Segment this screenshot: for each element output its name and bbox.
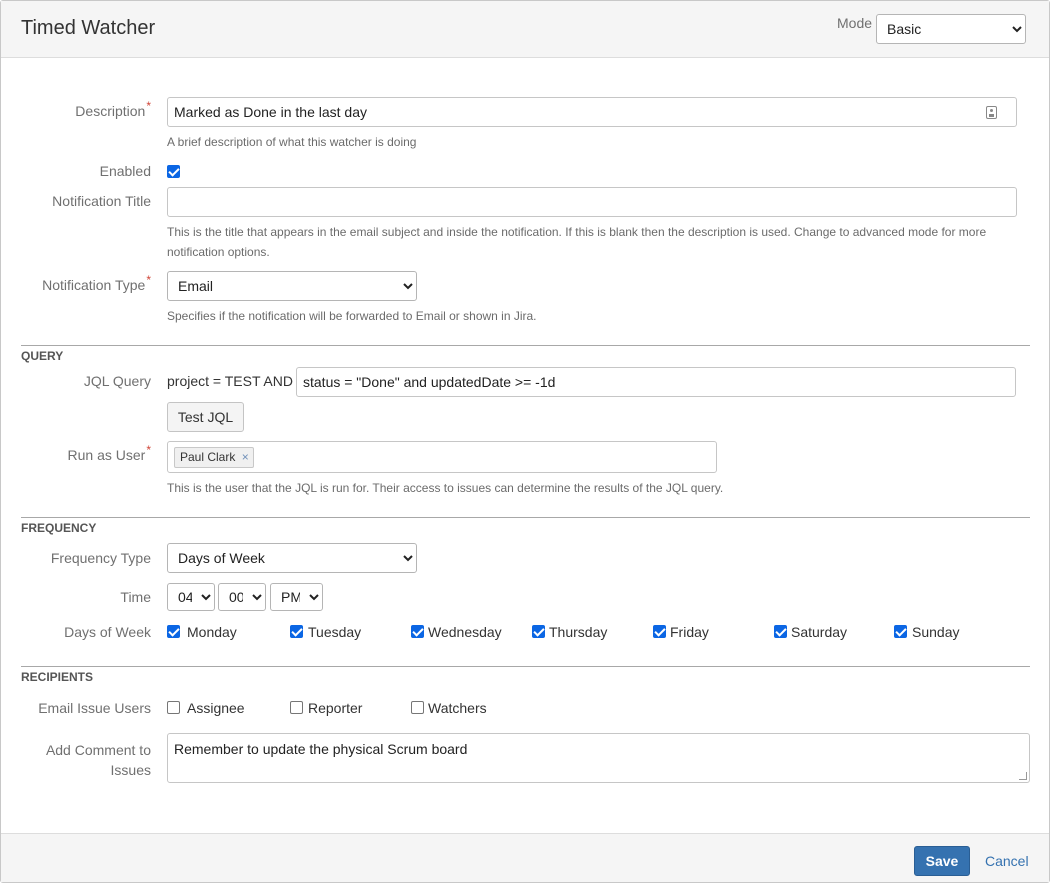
user-checkbox-reporter[interactable]: [290, 701, 303, 714]
remove-user-icon[interactable]: ×: [242, 450, 249, 464]
add-comment-label-line2: Issues: [110, 762, 151, 778]
user-label-reporter: Reporter: [308, 700, 363, 716]
description-hint: A brief description of what this watcher…: [167, 135, 417, 149]
frequency-type-label: Frequency Type: [50, 550, 151, 566]
dialog-title: Timed Watcher: [21, 17, 156, 39]
jql-prefix: project = TEST AND: [167, 373, 293, 389]
days-of-week-label: Days of Week: [64, 624, 151, 640]
day-label-thursday: Thursday: [549, 624, 608, 640]
notification-type-label: Notification Type*: [1, 273, 151, 293]
jql-query-value: status = "Done" and updatedDate >= -1d: [303, 374, 556, 390]
run-as-user-label: Run as User*: [1, 443, 151, 463]
day-label-monday: Monday: [187, 624, 237, 640]
frequency-section-title: FREQUENCY: [21, 521, 97, 535]
run-as-user-hint: This is the user that the JQL is run for…: [167, 481, 724, 495]
notification-type-label-text: Notification Type: [42, 277, 146, 293]
jql-query-label: JQL Query: [83, 373, 151, 389]
description-label-text: Description: [75, 103, 146, 119]
frequency-type-select[interactable]: Days of Week: [167, 543, 417, 573]
dialog-header: Timed Watcher Mode Basic: [1, 1, 1049, 58]
description-label: Description*: [1, 99, 151, 119]
day-checkbox-thursday[interactable]: [532, 625, 545, 638]
recipients-divider: [21, 666, 1030, 667]
recipients-section-title: RECIPIENTS: [21, 670, 94, 684]
mode-label: Mode: [837, 15, 873, 31]
resize-handle-icon[interactable]: [1019, 772, 1027, 780]
day-checkbox-friday[interactable]: [653, 625, 666, 638]
mode-select[interactable]: Basic: [876, 14, 1026, 44]
dialog-footer: Save Cancel: [1, 833, 1049, 882]
day-checkbox-tuesday[interactable]: [290, 625, 303, 638]
day-checkbox-sunday[interactable]: [894, 625, 907, 638]
description-input[interactable]: Marked as Done in the last day: [167, 97, 1017, 127]
day-checkbox-saturday[interactable]: [774, 625, 787, 638]
ampm-select[interactable]: PM: [270, 583, 323, 611]
notification-title-input[interactable]: [167, 187, 1017, 217]
email-issue-users-label: Email Issue Users: [38, 700, 151, 716]
add-comment-textarea[interactable]: Remember to update the physical Scrum bo…: [167, 733, 1030, 783]
day-label-sunday: Sunday: [912, 624, 960, 640]
user-checkbox-watchers[interactable]: [411, 701, 424, 714]
user-tag: Paul Clark ×: [174, 447, 254, 468]
add-comment-value: Remember to update the physical Scrum bo…: [174, 741, 468, 757]
day-label-tuesday: Tuesday: [308, 624, 362, 640]
user-label-watchers: Watchers: [428, 700, 487, 716]
time-label: Time: [120, 589, 151, 605]
save-button[interactable]: Save: [914, 846, 970, 876]
jql-query-input[interactable]: status = "Done" and updatedDate >= -1d: [296, 367, 1016, 397]
enabled-label: Enabled: [99, 163, 151, 179]
day-label-saturday: Saturday: [791, 624, 848, 640]
timed-watcher-dialog: Timed Watcher Mode Basic Description* Ma…: [0, 0, 1050, 883]
day-label-friday: Friday: [670, 624, 709, 640]
query-divider: [21, 345, 1030, 346]
hour-select[interactable]: 04: [167, 583, 215, 611]
required-marker: *: [146, 99, 151, 113]
run-as-user-picker[interactable]: Paul Clark ×: [167, 441, 717, 473]
enabled-checkbox[interactable]: [167, 165, 180, 178]
minute-select[interactable]: 00: [218, 583, 266, 611]
cancel-link[interactable]: Cancel: [985, 853, 1029, 869]
day-checkbox-monday[interactable]: [167, 625, 180, 638]
user-label-assignee: Assignee: [187, 700, 245, 716]
test-jql-button[interactable]: Test JQL: [167, 402, 244, 432]
user-checkbox-assignee[interactable]: [167, 701, 180, 714]
frequency-divider: [21, 517, 1030, 518]
description-value: Marked as Done in the last day: [174, 104, 367, 120]
day-label-wednesday: Wednesday: [428, 624, 502, 640]
required-marker: *: [146, 273, 151, 287]
user-tag-name: Paul Clark: [180, 450, 236, 464]
run-as-user-label-text: Run as User: [67, 447, 146, 463]
query-section-title: QUERY: [21, 349, 64, 363]
day-checkbox-wednesday[interactable]: [411, 625, 424, 638]
notification-type-select[interactable]: Email: [167, 271, 417, 301]
add-comment-label-line1: Add Comment to: [45, 742, 151, 758]
required-marker: *: [146, 443, 151, 457]
field-helper-icon[interactable]: [986, 106, 997, 119]
notification-title-label: Notification Title: [52, 193, 151, 209]
notification-title-hint: This is the title that appears in the em…: [167, 225, 987, 259]
add-comment-label: Add Comment to Issues: [1, 740, 151, 780]
notification-type-hint: Specifies if the notification will be fo…: [167, 309, 537, 323]
